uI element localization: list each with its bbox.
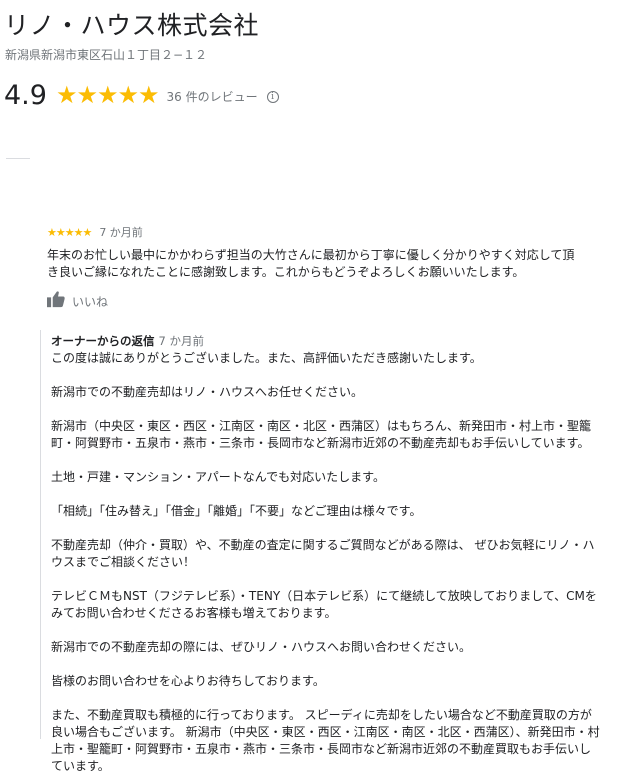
like-label: いいね (72, 294, 109, 309)
review-stars: ★★★★★ (47, 225, 92, 239)
owner-reply-time: 7 か月前 (158, 334, 204, 348)
divider (6, 158, 30, 159)
owner-reply-header: オーナーからの返信 7 か月前 (51, 333, 600, 350)
thumbs-up-icon (46, 290, 66, 312)
owner-reply-label: オーナーからの返信 (51, 334, 155, 348)
review-time: 7 か月前 (99, 226, 143, 239)
rating-stars: ★★★★★ (55, 81, 160, 109)
owner-reply: オーナーからの返信 7 か月前 この度は誠にありがとうございました。また、高評価い… (40, 330, 600, 773)
business-address: 新潟県新潟市東区石山１丁目２−１２ (5, 48, 208, 62)
review-text: 年末のお忙しい最中にかかわらず担当の大竹さんに最初から丁寧に優しく分かりやすく対… (47, 248, 575, 279)
review-meta: ★★★★★ 7 か月前 (47, 224, 143, 240)
owner-reply-text: この度は誠にありがとうございました。また、高評価いただき感謝いたします。 新潟市… (51, 351, 600, 773)
like-button[interactable]: いいね (46, 290, 108, 312)
rating-value: 4.9 (4, 79, 47, 111)
rating-summary: 4.9 ★★★★★ 36 件のレビュー i (4, 79, 279, 111)
info-icon[interactable]: i (266, 90, 279, 103)
business-name: リノ・ハウス株式会社 (4, 11, 260, 40)
review-count-link[interactable]: 36 件のレビュー (167, 88, 258, 105)
